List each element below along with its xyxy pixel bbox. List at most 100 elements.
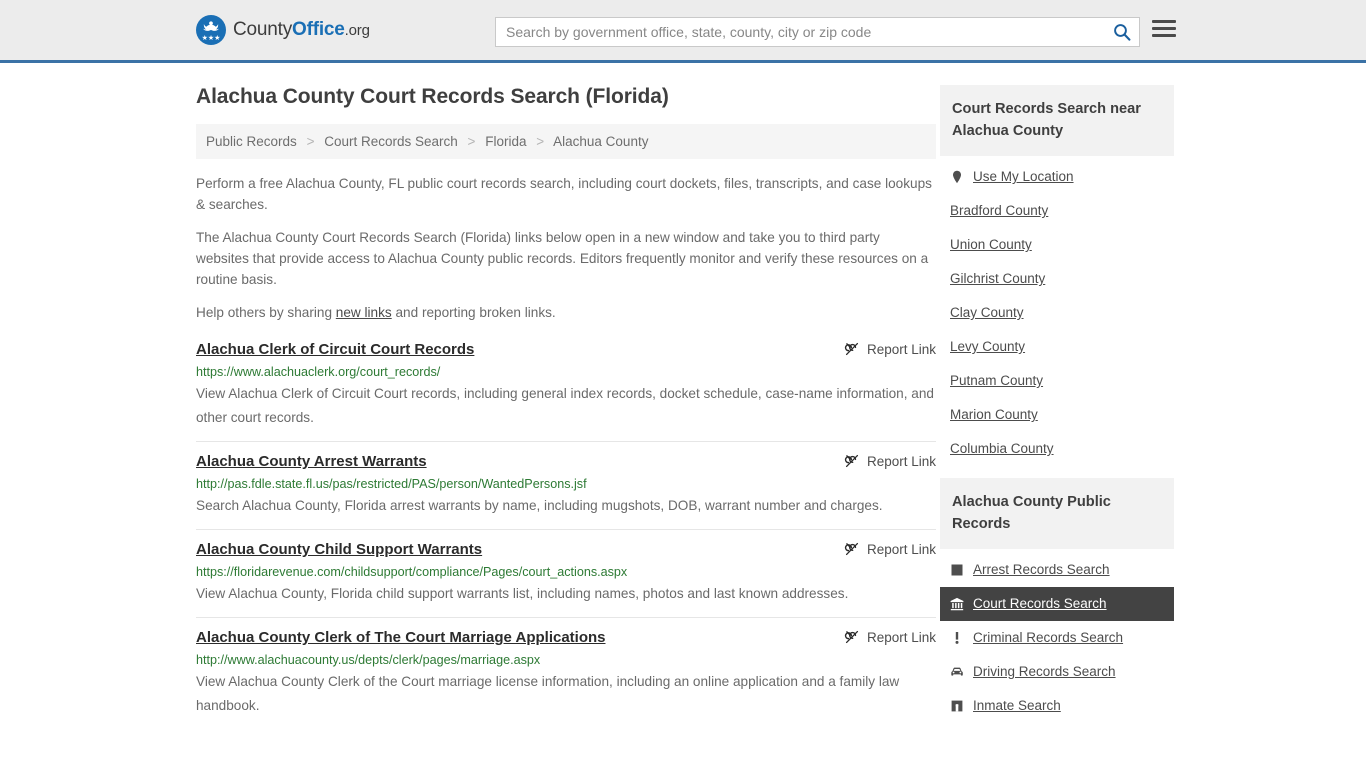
nearby-county-item[interactable]: Clay County — [940, 296, 1174, 330]
broken-link-icon — [844, 342, 859, 356]
result-description: View Alachua County, Florida child suppo… — [196, 586, 849, 601]
result-header: Alachua County Child Support Warrants Re… — [196, 540, 936, 560]
nearby-item-label: Columbia County — [950, 441, 1054, 456]
nearby-county-item[interactable]: Marion County — [940, 398, 1174, 432]
search-bar[interactable] — [495, 17, 1140, 47]
exclamation-icon — [950, 631, 964, 645]
public-records-panel: Alachua County Public Records Arrest Rec… — [940, 478, 1174, 723]
result-description: View Alachua Clerk of Circuit Court reco… — [196, 386, 934, 425]
result-url[interactable]: http://www.alachuacounty.us/depts/clerk/… — [196, 652, 936, 669]
new-links-link[interactable]: new links — [336, 305, 392, 320]
sidebar: Court Records Search near Alachua County… — [940, 85, 1174, 735]
car-icon — [950, 665, 964, 679]
public-records-item-label: Court Records Search — [973, 596, 1107, 611]
search-input[interactable] — [496, 19, 1105, 45]
public-records-item[interactable]: Court Records Search — [940, 587, 1174, 621]
public-records-item[interactable]: Arrest Records Search — [940, 553, 1174, 587]
site-header: ★★★ CountyOffice.org — [0, 0, 1366, 63]
use-my-location-item[interactable]: Use My Location — [940, 160, 1174, 194]
nearby-county-item[interactable]: Levy County — [940, 330, 1174, 364]
nearby-item-label: Use My Location — [973, 169, 1074, 184]
public-records-item-label: Driving Records Search — [973, 664, 1116, 679]
stars-icon: ★★★ — [201, 35, 221, 42]
nearby-county-item[interactable]: Columbia County — [940, 432, 1174, 466]
breadcrumb-separator: > — [536, 134, 545, 149]
intro-p3-after: and reporting broken links. — [391, 305, 556, 320]
report-link-label: Report Link — [866, 453, 936, 469]
result-description: View Alachua County Clerk of the Court m… — [196, 674, 900, 713]
county-office-emblem-icon: ★★★ — [196, 15, 226, 45]
report-link-label: Report Link — [866, 629, 936, 645]
hamburger-menu-icon[interactable] — [1152, 20, 1176, 37]
site-logo[interactable]: ★★★ CountyOffice.org — [196, 15, 370, 45]
brand-part-tld: .org — [344, 22, 370, 39]
eagle-icon — [203, 21, 219, 31]
public-records-item[interactable]: Criminal Records Search — [940, 621, 1174, 655]
breadcrumb-item-public-records[interactable]: Public Records — [206, 134, 297, 149]
nearby-panel: Court Records Search near Alachua County… — [940, 85, 1174, 466]
nearby-county-item[interactable]: Gilchrist County — [940, 262, 1174, 296]
breadcrumb: Public Records > Court Records Search > … — [196, 124, 936, 159]
intro-p3-before: Help others by sharing — [196, 305, 336, 320]
report-link-button[interactable]: Report Link — [844, 340, 936, 357]
report-link-label: Report Link — [866, 541, 936, 557]
intro-text: Perform a free Alachua County, FL public… — [196, 173, 936, 323]
result-header: Alachua Clerk of Circuit Court Records R… — [196, 340, 936, 360]
report-link-button[interactable]: Report Link — [844, 540, 936, 557]
broken-link-icon — [844, 454, 859, 468]
result-url[interactable]: https://www.alachuaclerk.org/court_recor… — [196, 364, 936, 381]
report-link-button[interactable]: Report Link — [844, 628, 936, 645]
intro-paragraph-1: Perform a free Alachua County, FL public… — [196, 176, 932, 212]
result-title-link[interactable]: Alachua County Child Support Warrants — [196, 540, 482, 560]
result-title-link[interactable]: Alachua County Clerk of The Court Marria… — [196, 628, 606, 648]
map-pin-icon — [950, 170, 964, 184]
result-title-link[interactable]: Alachua Clerk of Circuit Court Records — [196, 340, 474, 360]
nearby-item-label: Marion County — [950, 407, 1038, 422]
hamburger-bar — [1152, 27, 1176, 30]
nearby-item-label: Gilchrist County — [950, 271, 1046, 286]
hamburger-bar — [1152, 34, 1176, 37]
public-records-item-label: Arrest Records Search — [973, 562, 1110, 577]
result-item: Alachua County Clerk of The Court Marria… — [196, 617, 936, 729]
result-item: Alachua County Child Support Warrants Re… — [196, 529, 936, 617]
search-icon — [1114, 24, 1131, 41]
nearby-item-label: Levy County — [950, 339, 1026, 354]
breadcrumb-item-alachua-county[interactable]: Alachua County — [553, 134, 648, 149]
public-records-item[interactable]: Driving Records Search — [940, 655, 1174, 689]
nearby-county-item[interactable]: Union County — [940, 228, 1174, 262]
brand-part-county: County — [233, 19, 293, 40]
report-link-button[interactable]: Report Link — [844, 452, 936, 469]
nearby-item-label: Union County — [950, 237, 1032, 252]
broken-link-icon — [844, 542, 859, 556]
public-records-panel-heading: Alachua County Public Records — [940, 478, 1174, 549]
brand-part-office: Office — [292, 19, 345, 40]
result-url[interactable]: http://pas.fdle.state.fl.us/pas/restrict… — [196, 476, 936, 493]
result-item: Alachua County Arrest Warrants Report Li… — [196, 441, 936, 529]
nearby-item-label: Clay County — [950, 305, 1024, 320]
nearby-county-item[interactable]: Bradford County — [940, 194, 1174, 228]
nearby-county-item[interactable]: Putnam County — [940, 364, 1174, 398]
nearby-panel-heading: Court Records Search near Alachua County — [940, 85, 1174, 156]
square-icon — [950, 563, 964, 577]
breadcrumb-separator: > — [306, 134, 315, 149]
brand-wordmark: CountyOffice.org — [233, 19, 370, 41]
result-header: Alachua County Arrest Warrants Report Li… — [196, 452, 936, 472]
page-title: Alachua County Court Records Search (Flo… — [196, 85, 669, 108]
search-button[interactable] — [1105, 18, 1139, 46]
nearby-list: Use My Location Bradford County Union Coun… — [940, 156, 1174, 466]
result-description: Search Alachua County, Florida arrest wa… — [196, 498, 883, 513]
breadcrumb-item-florida[interactable]: Florida — [485, 134, 526, 149]
main-content: Alachua County Court Records Search (Flo… — [196, 85, 936, 735]
public-records-list: Arrest Records Search Court Records Sear… — [940, 549, 1174, 723]
nearby-item-label: Putnam County — [950, 373, 1044, 388]
report-link-label: Report Link — [866, 341, 936, 357]
result-url[interactable]: https://floridarevenue.com/childsupport/… — [196, 564, 936, 581]
result-title-link[interactable]: Alachua County Arrest Warrants — [196, 452, 427, 472]
breadcrumb-separator: > — [467, 134, 476, 149]
courthouse-icon — [950, 597, 964, 611]
breadcrumb-item-court-records-search[interactable]: Court Records Search — [324, 134, 458, 149]
page-body: Alachua County Court Records Search (Flo… — [0, 63, 1366, 735]
public-records-item[interactable]: Inmate Search — [940, 689, 1174, 723]
intro-paragraph-3: Help others by sharing new links and rep… — [196, 302, 936, 323]
broken-link-icon — [844, 630, 859, 644]
